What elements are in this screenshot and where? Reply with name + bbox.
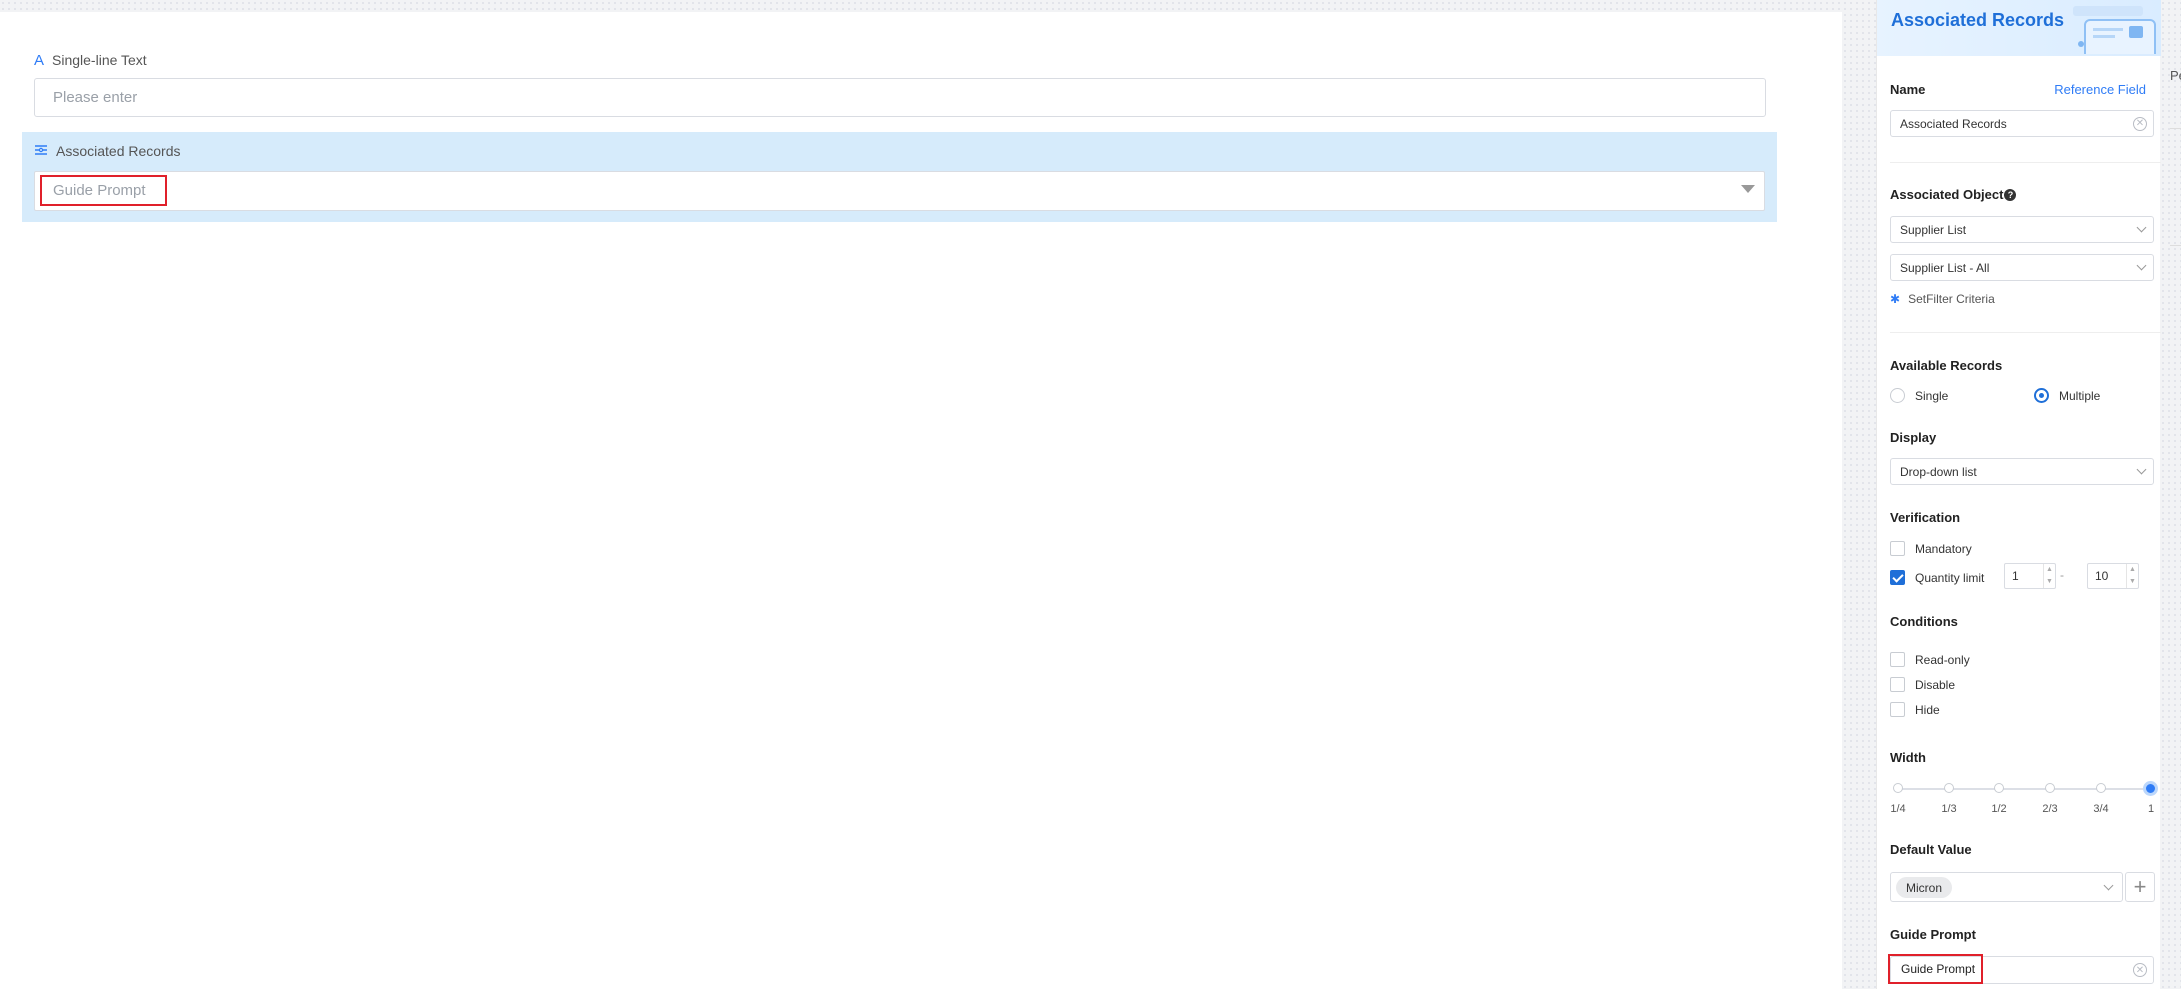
set-filter-criteria-link[interactable]: ✱ SetFilter Criteria (1890, 292, 1995, 306)
single-line-text-input[interactable]: Please enter (34, 78, 1766, 117)
checkbox-checked-icon (1890, 570, 1905, 585)
default-value-tag[interactable]: Micron (1896, 877, 1953, 898)
associated-object-select[interactable]: Supplier List (1890, 216, 2154, 243)
slider-stop[interactable] (2045, 783, 2055, 793)
divider (1890, 332, 2161, 333)
header-illustration-icon (2067, 4, 2157, 56)
associated-object-label: Associated Object? (1890, 187, 2017, 202)
range-separator: - (2060, 568, 2064, 582)
filter-tool-icon: ✱ (1890, 292, 1901, 306)
quantity-min-stepper[interactable]: 1 ▲ ▼ (2004, 563, 2056, 589)
add-default-value-button[interactable]: + (2125, 872, 2155, 902)
checkbox-icon (1890, 652, 1905, 667)
default-value-label: Default Value (1890, 842, 1972, 857)
display-select[interactable]: Drop-down list (1890, 458, 2154, 485)
form-canvas: A Single-line Text Please enter Associat… (0, 12, 1842, 989)
guide-prompt-input[interactable]: Guide Prompt ✕ (1888, 954, 2154, 984)
radio-icon (1890, 388, 1905, 403)
disable-checkbox[interactable]: Disable (1890, 677, 1955, 692)
clear-icon[interactable]: ✕ (2133, 963, 2147, 977)
default-value-select[interactable]: Micron (1890, 872, 2123, 902)
width-tick: 3/4 (2093, 803, 2109, 815)
divider (2170, 128, 2181, 129)
chevron-down-icon (2136, 222, 2147, 233)
width-tick: 1/4 (1890, 803, 1906, 815)
single-line-text-label: A Single-line Text (34, 51, 147, 69)
width-label: Width (1890, 750, 1926, 765)
guide-prompt-label: Guide Prompt (1890, 927, 1976, 942)
name-input[interactable]: Associated Records ✕ (1890, 110, 2154, 137)
stepper-arrows-icon[interactable]: ▲ ▼ (2126, 564, 2138, 588)
name-label: Name (1890, 82, 1926, 97)
slider-stop[interactable] (2096, 783, 2106, 793)
available-records-label: Available Records (1890, 358, 2003, 373)
width-tick: 1/2 (1991, 803, 2007, 815)
slider-stop[interactable] (1944, 783, 1954, 793)
width-tick: 1/3 (1941, 803, 1957, 815)
help-icon[interactable]: ? (2004, 189, 2017, 201)
divider (1890, 162, 2161, 163)
associated-records-field-selected[interactable]: Associated Records Guide Prompt (22, 132, 1777, 222)
mandatory-checkbox[interactable]: Mandatory (1890, 541, 1972, 556)
divider (2170, 245, 2181, 246)
verification-label: Verification (1890, 510, 1961, 525)
display-label: Display (1890, 430, 1937, 445)
checkbox-icon (1890, 677, 1905, 692)
checkbox-icon (1890, 541, 1905, 556)
reference-field-link[interactable]: Reference Field (2054, 82, 2146, 97)
radio-single[interactable]: Single (1890, 388, 1948, 403)
stepper-arrows-icon[interactable]: ▲ ▼ (2043, 564, 2055, 588)
chevron-down-icon (2103, 880, 2114, 891)
read-only-checkbox[interactable]: Read-only (1890, 652, 1970, 667)
slider-stop[interactable] (1893, 783, 1903, 793)
conditions-label: Conditions (1890, 614, 1958, 629)
panel-title: Associated Records (1891, 10, 2065, 30)
associated-records-label: Associated Records (34, 143, 181, 159)
associated-records-icon (34, 144, 48, 159)
checkbox-icon (1890, 702, 1905, 717)
hide-checkbox[interactable]: Hide (1890, 702, 1940, 717)
radio-multiple[interactable]: Multiple (2034, 388, 2100, 403)
width-tick: 1 (2147, 803, 2155, 815)
dropdown-caret-icon[interactable] (1741, 185, 1755, 193)
width-slider-thumb[interactable] (2143, 781, 2158, 796)
clear-icon[interactable]: ✕ (2133, 117, 2147, 131)
text-field-icon: A (34, 51, 45, 69)
view-select[interactable]: Supplier List - All (1890, 254, 2154, 281)
chevron-down-icon (2136, 260, 2147, 271)
quantity-max-stepper[interactable]: 10 ▲ ▼ (2087, 563, 2139, 589)
width-slider-track[interactable] (1898, 788, 2151, 790)
associated-records-select[interactable]: Guide Prompt (34, 171, 1765, 211)
panel-header: Associated Records (1877, 0, 2161, 56)
guide-prompt-value: Guide Prompt (1888, 954, 1983, 984)
chevron-down-icon (2136, 464, 2147, 475)
quantity-limit-checkbox[interactable]: Quantity limit (1890, 570, 1984, 585)
width-tick: 2/3 (2042, 803, 2058, 815)
properties-panel: Associated Records Name Reference Field … (1876, 0, 2161, 989)
radio-selected-icon (2034, 388, 2049, 403)
clipped-edge-text: Pe (2170, 68, 2181, 83)
guide-prompt-placeholder: Guide Prompt (40, 175, 167, 206)
slider-stop[interactable] (1994, 783, 2004, 793)
